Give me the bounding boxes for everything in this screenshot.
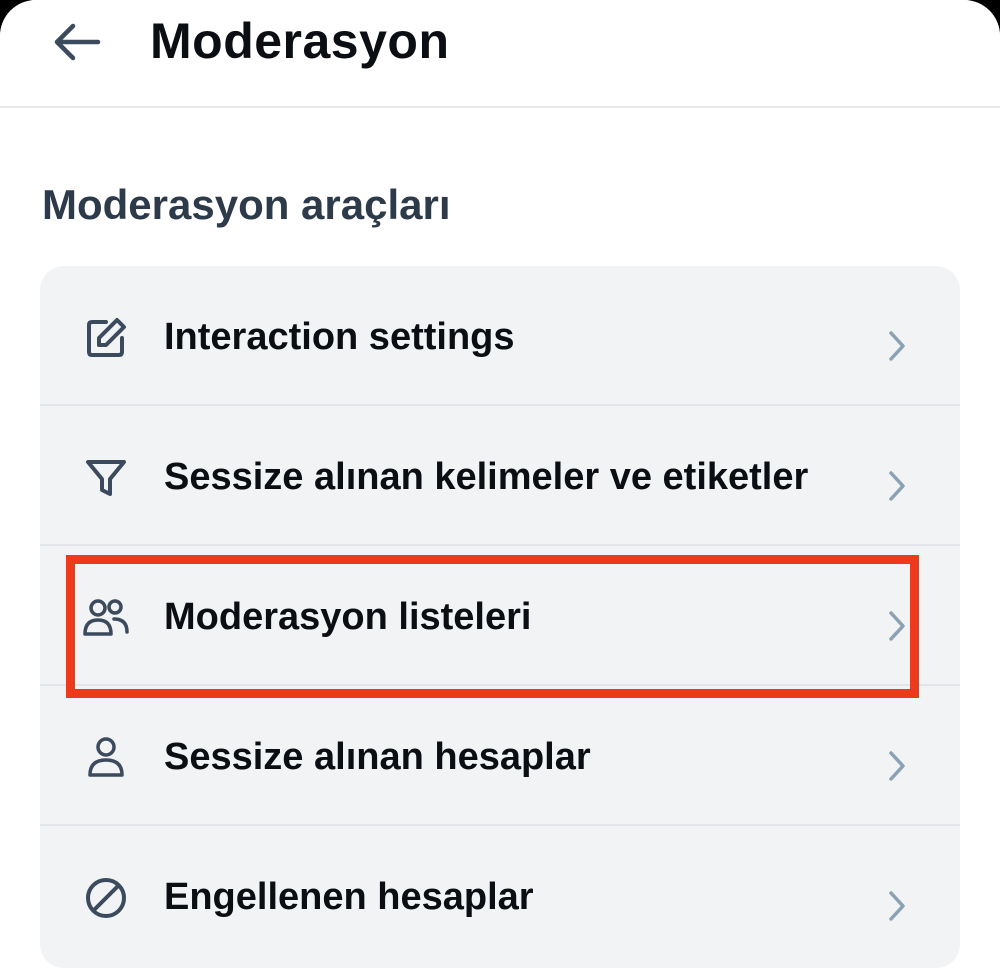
list-item-label: Engellenen hesaplar: [164, 876, 534, 918]
block-icon: [82, 874, 130, 922]
list-item-label: Sessize alınan kelimeler ve etiketler: [164, 456, 809, 498]
chevron-right-icon: [889, 331, 905, 361]
list-item-blocked-accounts[interactable]: Engellenen hesaplar: [40, 826, 960, 966]
list-item-muted-accounts[interactable]: Sessize alınan hesaplar: [40, 686, 960, 826]
chevron-right-icon: [889, 471, 905, 501]
page-title: Moderasyon: [150, 13, 450, 69]
moderation-tools-list: Interaction settings Sessize alınan keli…: [40, 266, 960, 968]
list-item-interaction-settings[interactable]: Interaction settings: [40, 266, 960, 406]
filter-icon: [82, 454, 130, 502]
header: Moderasyon: [0, 0, 1000, 108]
edit-square-icon: [82, 314, 130, 362]
section-title: Moderasyon araçları: [42, 181, 451, 228]
list-item-label: Interaction settings: [164, 316, 515, 358]
list-item-label: Sessize alınan hesaplar: [164, 736, 591, 778]
users-icon: [82, 594, 130, 642]
back-button[interactable]: [44, 14, 108, 70]
list-item-label: Moderasyon listeleri: [164, 596, 532, 638]
person-icon: [82, 734, 130, 782]
arrow-left-icon: [54, 23, 101, 61]
chevron-right-icon: [889, 751, 905, 781]
chevron-right-icon: [889, 611, 905, 641]
screen: Moderasyon Moderasyon araçları Interacti…: [0, 0, 1000, 980]
list-item-moderation-lists[interactable]: Moderasyon listeleri: [40, 546, 960, 686]
list-item-muted-words[interactable]: Sessize alınan kelimeler ve etiketler: [40, 406, 960, 546]
chevron-right-icon: [889, 891, 905, 921]
